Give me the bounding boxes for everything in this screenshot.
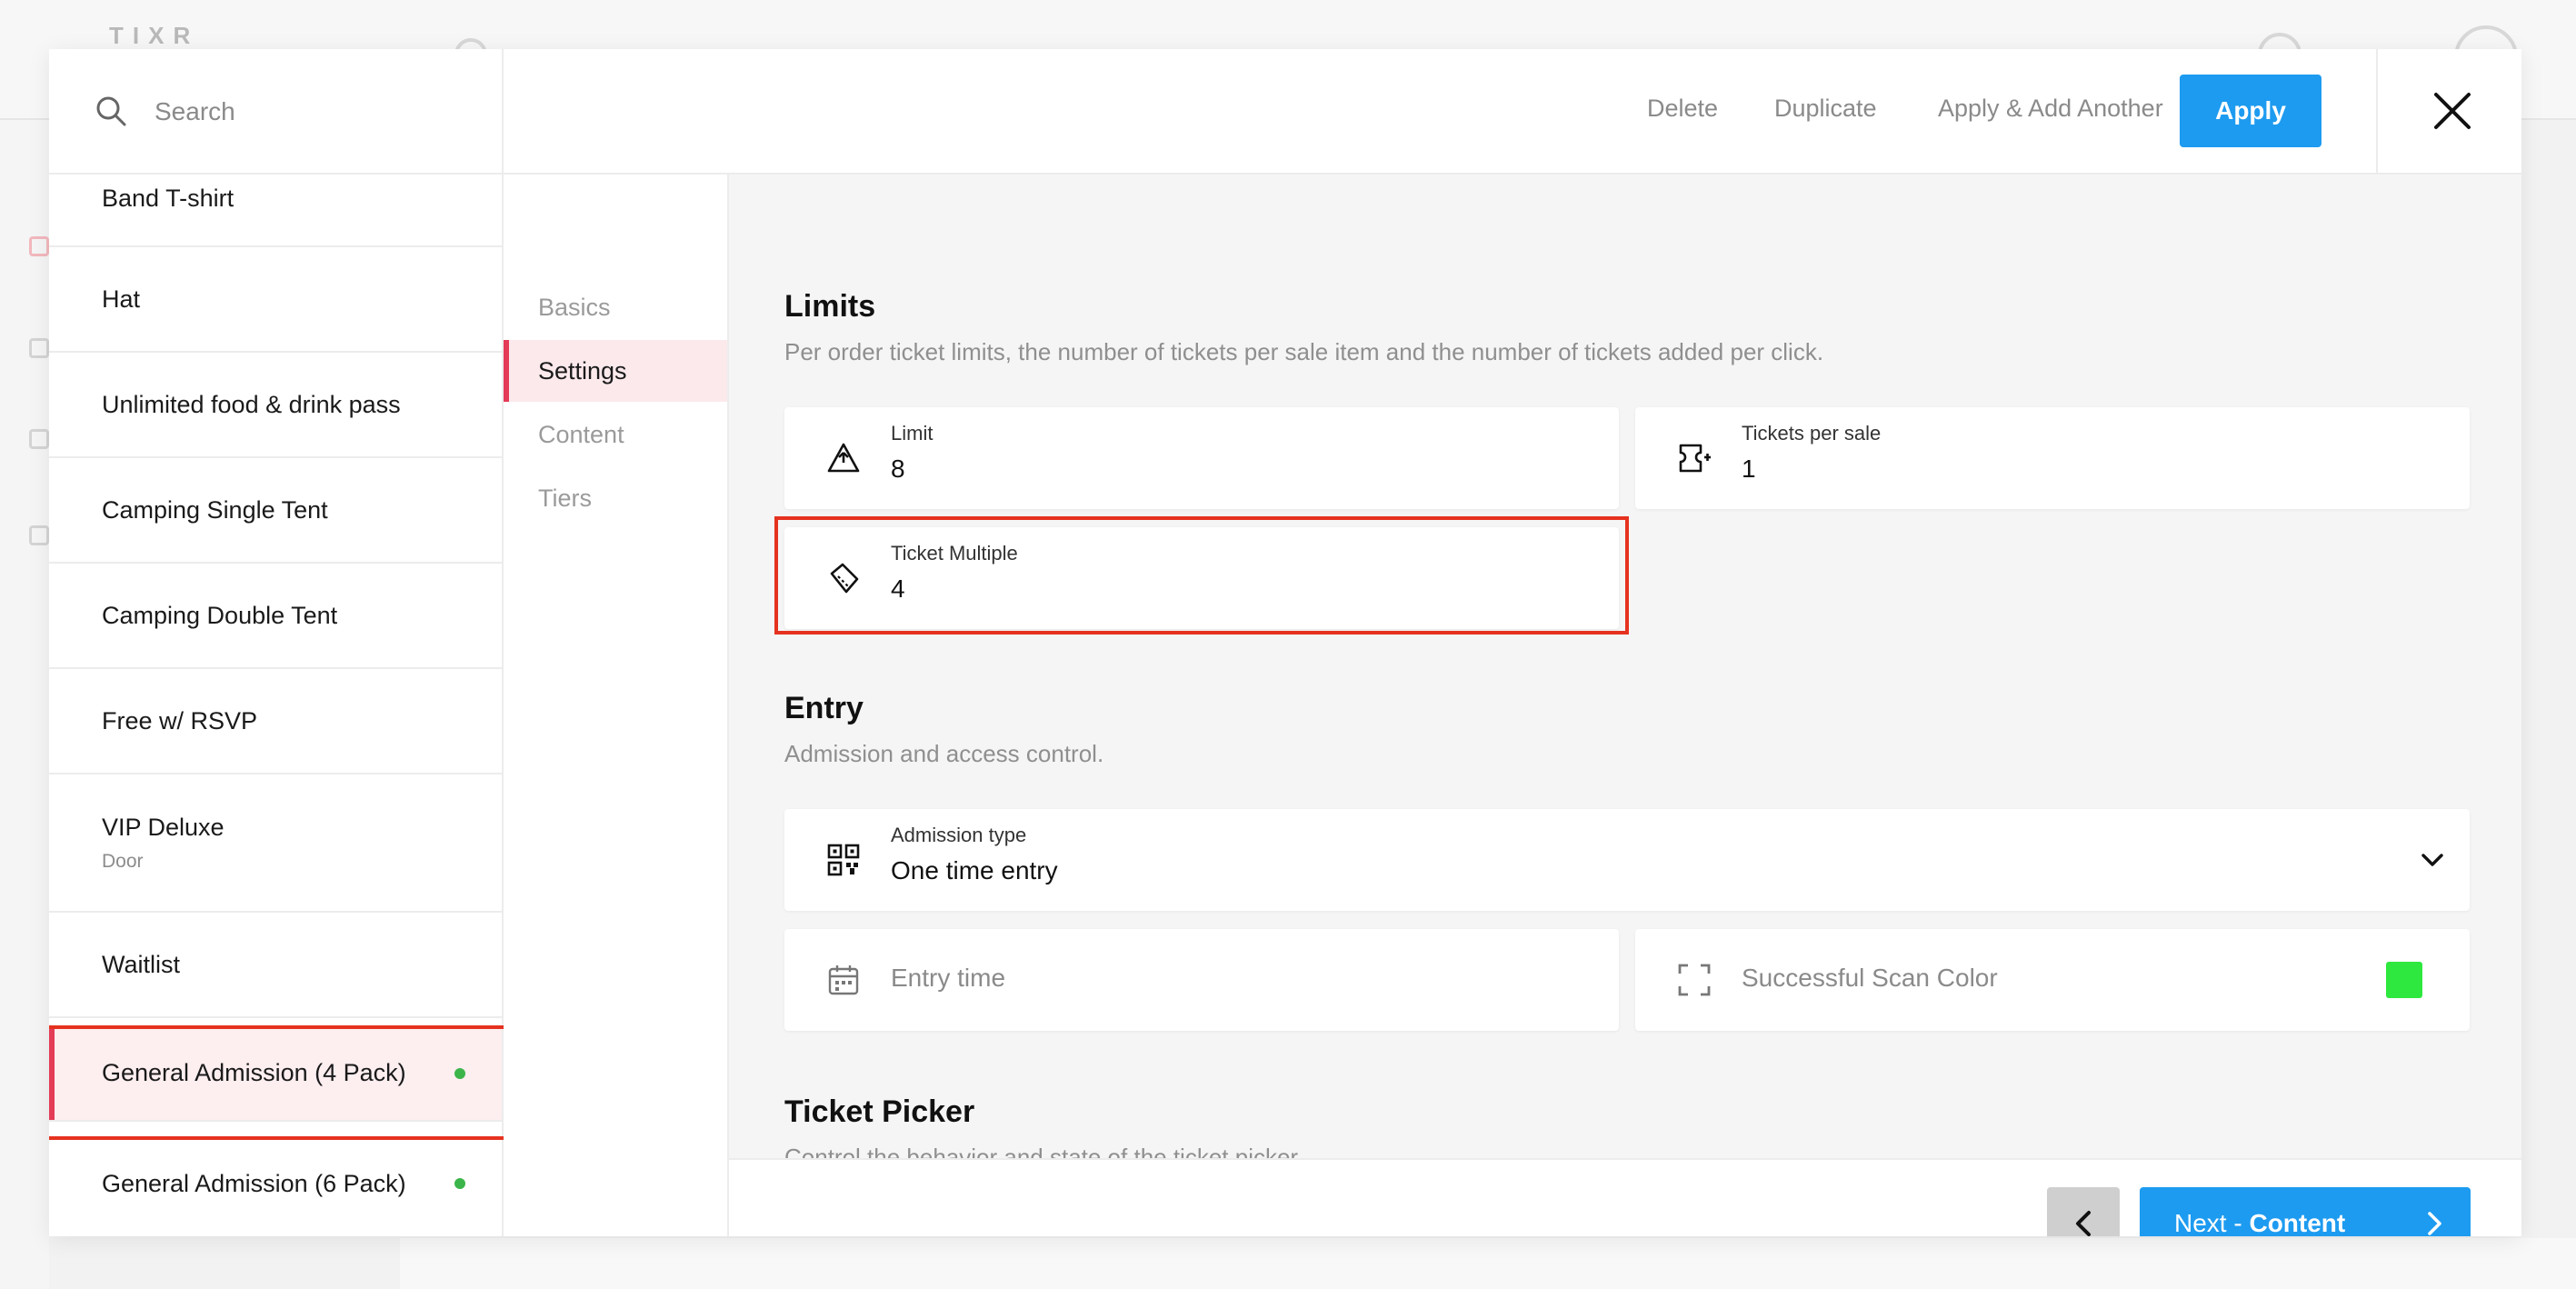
warning-icon bbox=[827, 443, 860, 473]
background-chart-icon bbox=[29, 338, 49, 358]
tab-tiers[interactable]: Tiers bbox=[504, 467, 727, 529]
limit-value: 8 bbox=[891, 455, 905, 483]
chevron-left-icon bbox=[2076, 1211, 2091, 1236]
ticket-multiple-value: 4 bbox=[891, 575, 905, 603]
tickets-icon bbox=[830, 563, 859, 594]
delete-button[interactable]: Delete bbox=[1647, 95, 1718, 123]
tickets-per-sale-field[interactable]: Tickets per sale 1 bbox=[1635, 407, 2470, 509]
entry-title: Entry bbox=[784, 691, 864, 725]
ticket-multiple-field[interactable]: Ticket Multiple 4 bbox=[784, 527, 1619, 629]
list-item-name: VIP Deluxe bbox=[102, 813, 225, 841]
list-item[interactable]: Unlimited food & drink pass bbox=[49, 353, 502, 458]
edit-item-modal: Band T-shirt Hat Unlimited food & drink … bbox=[49, 49, 2521, 1236]
list-item[interactable]: Camping Single Tent bbox=[49, 458, 502, 564]
calendar-icon bbox=[828, 965, 859, 995]
previous-button[interactable] bbox=[2047, 1187, 2120, 1236]
next-button-prefix: Next - bbox=[2174, 1209, 2250, 1236]
tickets-per-sale-label: Tickets per sale bbox=[1742, 422, 1882, 445]
search-box bbox=[49, 49, 504, 175]
next-content-button[interactable]: Next - Content bbox=[2140, 1187, 2471, 1236]
section-tabs: Basics Settings Content Tiers bbox=[504, 175, 729, 1236]
item-list-panel: Band T-shirt Hat Unlimited food & drink … bbox=[49, 49, 504, 1236]
status-dot bbox=[454, 1068, 465, 1079]
background-sidebar bbox=[0, 120, 49, 1289]
list-item-name: General Admission (4 Pack) bbox=[102, 1058, 406, 1086]
next-button-target: Content bbox=[2249, 1209, 2346, 1236]
ticket-multiple-label: Ticket Multiple bbox=[891, 542, 1018, 565]
ticket-picker-title: Ticket Picker bbox=[784, 1094, 975, 1129]
list-item-name: Camping Single Tent bbox=[102, 495, 328, 524]
limits-description: Per order ticket limits, the number of t… bbox=[784, 338, 1824, 365]
modal-header: Delete Duplicate Apply & Add Another App… bbox=[504, 49, 2521, 175]
ticket-picker-description: Control the behavior and state of the ti… bbox=[784, 1144, 1303, 1158]
list-item[interactable]: VIP Deluxe Door bbox=[49, 774, 502, 913]
list-item-name: Hat bbox=[102, 285, 141, 313]
list-item[interactable]: Band T-shirt bbox=[49, 175, 502, 247]
list-item-selected[interactable]: General Admission (4 Pack) bbox=[49, 1025, 502, 1122]
status-dot bbox=[454, 1178, 465, 1189]
list-item[interactable]: Free w/ RSVP bbox=[49, 669, 502, 774]
tickets-per-sale-value: 1 bbox=[1742, 455, 1756, 483]
modal-footer: Next - Content bbox=[729, 1158, 2521, 1236]
background-tag-icon bbox=[29, 525, 49, 545]
close-icon bbox=[2434, 93, 2471, 129]
list-item-name: General Admission (6 Pack) bbox=[102, 1169, 406, 1197]
scan-color-field[interactable]: Successful Scan Color bbox=[1635, 929, 2470, 1031]
chevron-right-icon bbox=[2428, 1212, 2441, 1235]
search-input[interactable] bbox=[155, 89, 482, 135]
list-item[interactable]: Camping Double Tent bbox=[49, 564, 502, 669]
apply-button[interactable]: Apply bbox=[2180, 75, 2321, 147]
limits-title: Limits bbox=[784, 289, 876, 324]
tab-basics[interactable]: Basics bbox=[504, 276, 727, 338]
admission-type-label: Admission type bbox=[891, 824, 1027, 846]
apply-add-another-button[interactable]: Apply & Add Another bbox=[1938, 95, 2163, 123]
list-item[interactable]: General Admission (6 Pack) bbox=[49, 1131, 502, 1236]
admission-type-select[interactable]: Admission type One time entry bbox=[784, 809, 2470, 911]
background-calendar-icon bbox=[29, 236, 49, 256]
limit-label: Limit bbox=[891, 422, 934, 445]
limit-field[interactable]: Limit 8 bbox=[784, 407, 1619, 509]
entry-time-placeholder: Entry time bbox=[891, 964, 1006, 992]
chevron-down-icon bbox=[2421, 854, 2443, 866]
background-bottom bbox=[400, 1238, 2576, 1289]
list-item-name: Band T-shirt bbox=[102, 184, 235, 212]
search-icon bbox=[96, 96, 126, 126]
entry-time-field[interactable]: Entry time bbox=[784, 929, 1619, 1031]
list-item[interactable]: Waitlist bbox=[49, 913, 502, 1018]
list-item-name: Waitlist bbox=[102, 950, 180, 978]
list-item-subtitle: Door bbox=[102, 850, 144, 872]
list-item-name: Unlimited food & drink pass bbox=[102, 390, 401, 418]
list-item-name: Camping Double Tent bbox=[102, 601, 338, 629]
scan-frame-icon bbox=[1678, 964, 1711, 996]
close-button[interactable] bbox=[2423, 82, 2481, 140]
background-user-icon bbox=[29, 429, 49, 449]
admission-type-value: One time entry bbox=[891, 856, 1058, 884]
duplicate-button[interactable]: Duplicate bbox=[1774, 95, 1877, 123]
scan-color-label: Successful Scan Color bbox=[1742, 964, 1998, 992]
qr-code-icon bbox=[827, 844, 860, 876]
background-logo: TIXR bbox=[109, 22, 200, 49]
color-swatch[interactable] bbox=[2386, 962, 2422, 998]
ticket-add-icon bbox=[1679, 444, 1711, 473]
tab-content[interactable]: Content bbox=[504, 404, 727, 465]
header-divider bbox=[2376, 49, 2378, 175]
entry-description: Admission and access control. bbox=[784, 740, 1104, 767]
list-item[interactable]: Hat bbox=[49, 247, 502, 353]
list-item-name: Free w/ RSVP bbox=[102, 706, 258, 734]
settings-content: Limits Per order ticket limits, the numb… bbox=[729, 175, 2521, 1158]
tab-settings[interactable]: Settings bbox=[504, 340, 727, 402]
